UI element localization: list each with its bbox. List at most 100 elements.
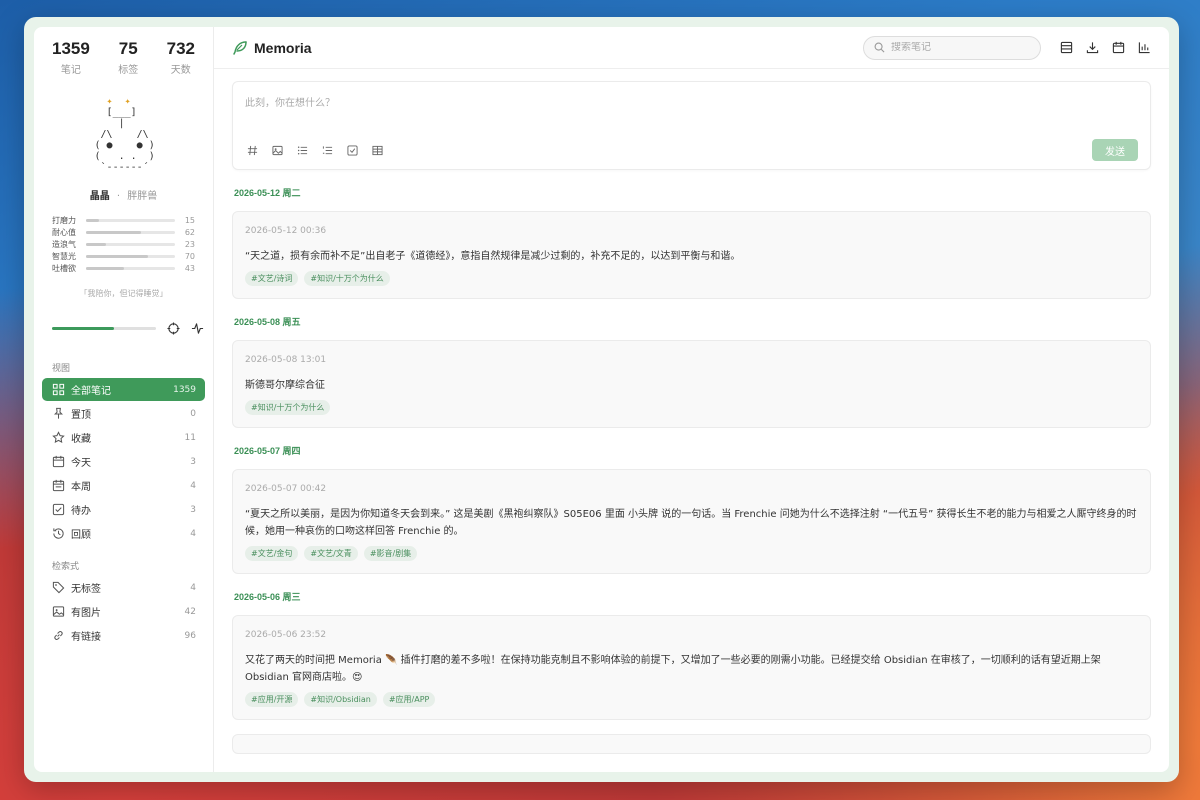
stat-days-value: 732 xyxy=(166,39,195,58)
pet-attribute-row: 造浪气 23 xyxy=(52,238,195,250)
note-tags: #知识/十万个为什么 xyxy=(245,400,1138,415)
brand: Memoria xyxy=(232,40,312,56)
stat-days-label: 天数 xyxy=(170,65,191,76)
sidebar-item-label: 置顶 xyxy=(71,410,91,421)
pet-name-row: 晶晶 · 胖胖兽 xyxy=(42,187,205,202)
note-content: “夏天之所以美丽，是因为你知道冬天会到来。” 这是美剧《黑袍纠察队》S05E06… xyxy=(245,509,1137,537)
pet-attribute-bar xyxy=(86,242,175,246)
sidebar-item-label: 今天 xyxy=(71,458,91,469)
sidebar-item-filter-1[interactable]: 有图片 42 xyxy=(42,600,205,623)
note-card[interactable]: 2026-05-12 00:36 “天之道，损有余而补不足”出自老子《道德经》，意… xyxy=(232,211,1151,299)
day-group: 2026-05-08 周五 2026-05-08 13:01 斯德哥尔摩综合征 #知识… xyxy=(232,315,1151,428)
note-card[interactable] xyxy=(232,734,1151,754)
tag-chip[interactable]: #知识/十万个为什么 xyxy=(304,271,390,286)
stat-tags-label: 标签 xyxy=(118,65,139,76)
sidebar-item-filter-0[interactable]: 无标签 4 xyxy=(42,576,205,599)
image-icon[interactable] xyxy=(270,143,284,157)
pet-attribute-row: 智慧光 70 xyxy=(52,250,195,262)
sidebar-item-label: 无标签 xyxy=(71,584,101,595)
tag-chip[interactable]: #文艺/诗词 xyxy=(245,271,299,286)
composer-input[interactable] xyxy=(245,94,1138,134)
sidebar-item-label: 待办 xyxy=(71,506,91,517)
note-tags: #文艺/金句 #文艺/文青 #影音/剧集 xyxy=(245,546,1138,561)
sidebar: 1359 笔记 75 标签 732 天数 ✦ ✦ [___] | /\ /\ (… xyxy=(34,27,214,772)
note-content: 斯德哥尔摩综合征 xyxy=(245,380,325,391)
sidebar-item-view-4[interactable]: 本周 4 xyxy=(42,474,205,497)
bar-chart-icon[interactable] xyxy=(1137,41,1151,55)
pet-attribute-fill xyxy=(86,242,107,246)
sidebar-item-view-0[interactable]: 全部笔记 1359 xyxy=(42,378,205,401)
pet-attribute-bar xyxy=(86,254,175,258)
stat-tags-value: 75 xyxy=(118,39,138,58)
bullet-list-icon[interactable] xyxy=(295,143,309,157)
app-frame: 1359 笔记 75 标签 732 天数 ✦ ✦ [___] | /\ /\ (… xyxy=(34,27,1169,772)
note-timestamp: 2026-05-08 13:01 xyxy=(245,355,327,365)
numbered-list-icon[interactable] xyxy=(320,143,334,157)
pet-attribute-value: 62 xyxy=(184,227,195,237)
sidebar-item-count: 96 xyxy=(184,630,196,641)
sidebar-item-view-5[interactable]: 待办 3 xyxy=(42,498,205,521)
pet-progress-row xyxy=(52,321,205,335)
pet-quote: 「我陪你，但记得睡觉」 xyxy=(79,289,168,298)
tag-icon xyxy=(51,581,65,595)
link-icon xyxy=(51,629,65,643)
note-feed: 发送 2026-05-12 周二 2026-05-12 00:36 “天之道，损有余… xyxy=(214,69,1169,772)
sidebar-item-view-3[interactable]: 今天 3 xyxy=(42,450,205,473)
sidebar-item-view-2[interactable]: 收藏 11 xyxy=(42,426,205,449)
note-card[interactable]: 2026-05-06 23:52 又花了两天的时间把 Memoria 🪶 插件打磨… xyxy=(232,615,1151,720)
star-icon xyxy=(51,431,65,445)
send-button[interactable]: 发送 xyxy=(1092,139,1138,161)
activity-icon[interactable] xyxy=(190,321,204,335)
stats-row: 1359 笔记 75 标签 732 天数 xyxy=(42,39,205,76)
sidebar-item-filter-2[interactable]: 有链接 96 xyxy=(42,624,205,647)
checkbox-icon xyxy=(51,503,65,517)
pet-attribute-fill xyxy=(86,218,100,222)
pet-attribute-value: 43 xyxy=(184,263,195,273)
table-icon[interactable] xyxy=(370,143,384,157)
day-date-heading: 2026-05-12 周二 xyxy=(234,188,301,198)
pet-type: 胖胖兽 xyxy=(127,191,158,202)
sidebar-item-view-6[interactable]: 回顾 4 xyxy=(42,522,205,545)
list-view-icon[interactable] xyxy=(1059,41,1073,55)
stat-notes: 1359 笔记 xyxy=(52,39,90,76)
sidebar-item-view-1[interactable]: 置顶 0 xyxy=(42,402,205,425)
tag-chip[interactable]: #应用/APP xyxy=(382,692,436,707)
tag-chip[interactable]: #文艺/金句 xyxy=(245,546,299,561)
image-icon xyxy=(51,605,65,619)
calendar-icon xyxy=(51,455,65,469)
tag-chip[interactable]: #知识/十万个为什么 xyxy=(245,400,331,415)
views-list: 全部笔记 1359 置顶 0 收藏 11 今天 3 本周 4 待办 3 回顾 4 xyxy=(42,378,205,545)
pet-attribute-row: 吐槽欲 43 xyxy=(52,262,195,274)
main-panel: Memoria 搜索笔记 此刻，你在想什么？ 发送 2026-05-12 周二 … xyxy=(214,27,1169,772)
composer: 发送 xyxy=(232,81,1151,170)
pet-separator: · xyxy=(116,191,121,202)
tag-chip[interactable]: #应用/开源 xyxy=(245,692,299,707)
pet-progress-bar xyxy=(52,326,156,330)
note-card[interactable]: 2026-05-08 13:01 斯德哥尔摩综合征 #知识/十万个为什么 xyxy=(232,340,1151,428)
search-box[interactable] xyxy=(863,35,1041,60)
tag-chip[interactable]: #文艺/文青 xyxy=(304,546,358,561)
pet-attribute-name: 造浪气 xyxy=(52,239,76,249)
tag-chip[interactable]: #知识/Obsidian xyxy=(304,692,377,707)
filters-section-title: 检索式 xyxy=(52,562,80,572)
sidebar-item-count: 4 xyxy=(190,480,196,491)
tag-chip[interactable]: #影音/剧集 xyxy=(363,546,418,561)
download-icon[interactable] xyxy=(1085,41,1099,55)
day-group: 2026-05-12 周二 2026-05-12 00:36 “天之道，损有余而补不… xyxy=(232,186,1151,299)
checkbox-icon[interactable] xyxy=(345,143,359,157)
stat-notes-label: 笔记 xyxy=(60,65,81,76)
search-input[interactable] xyxy=(891,42,1021,53)
sidebar-item-count: 3 xyxy=(190,504,196,515)
sidebar-item-label: 有图片 xyxy=(71,608,101,619)
note-card[interactable]: 2026-05-07 00:42 “夏天之所以美丽，是因为你知道冬天会到来。” 这… xyxy=(232,469,1151,574)
feather-icon xyxy=(232,40,248,56)
top-bar: Memoria xyxy=(214,27,1169,69)
calendar-icon[interactable] xyxy=(1111,41,1125,55)
composer-toolbar xyxy=(245,143,395,157)
crosshair-icon[interactable] xyxy=(166,321,180,335)
sidebar-item-count: 1359 xyxy=(173,384,196,395)
pet-ascii-art[interactable]: ✦ ✦ [___] | /\ /\ ( ● ● ) ( . . ) `-----… xyxy=(89,96,159,173)
hashtag-icon[interactable] xyxy=(245,143,259,157)
pet-attribute-fill xyxy=(86,254,149,258)
pet-attribute-fill xyxy=(86,230,142,234)
